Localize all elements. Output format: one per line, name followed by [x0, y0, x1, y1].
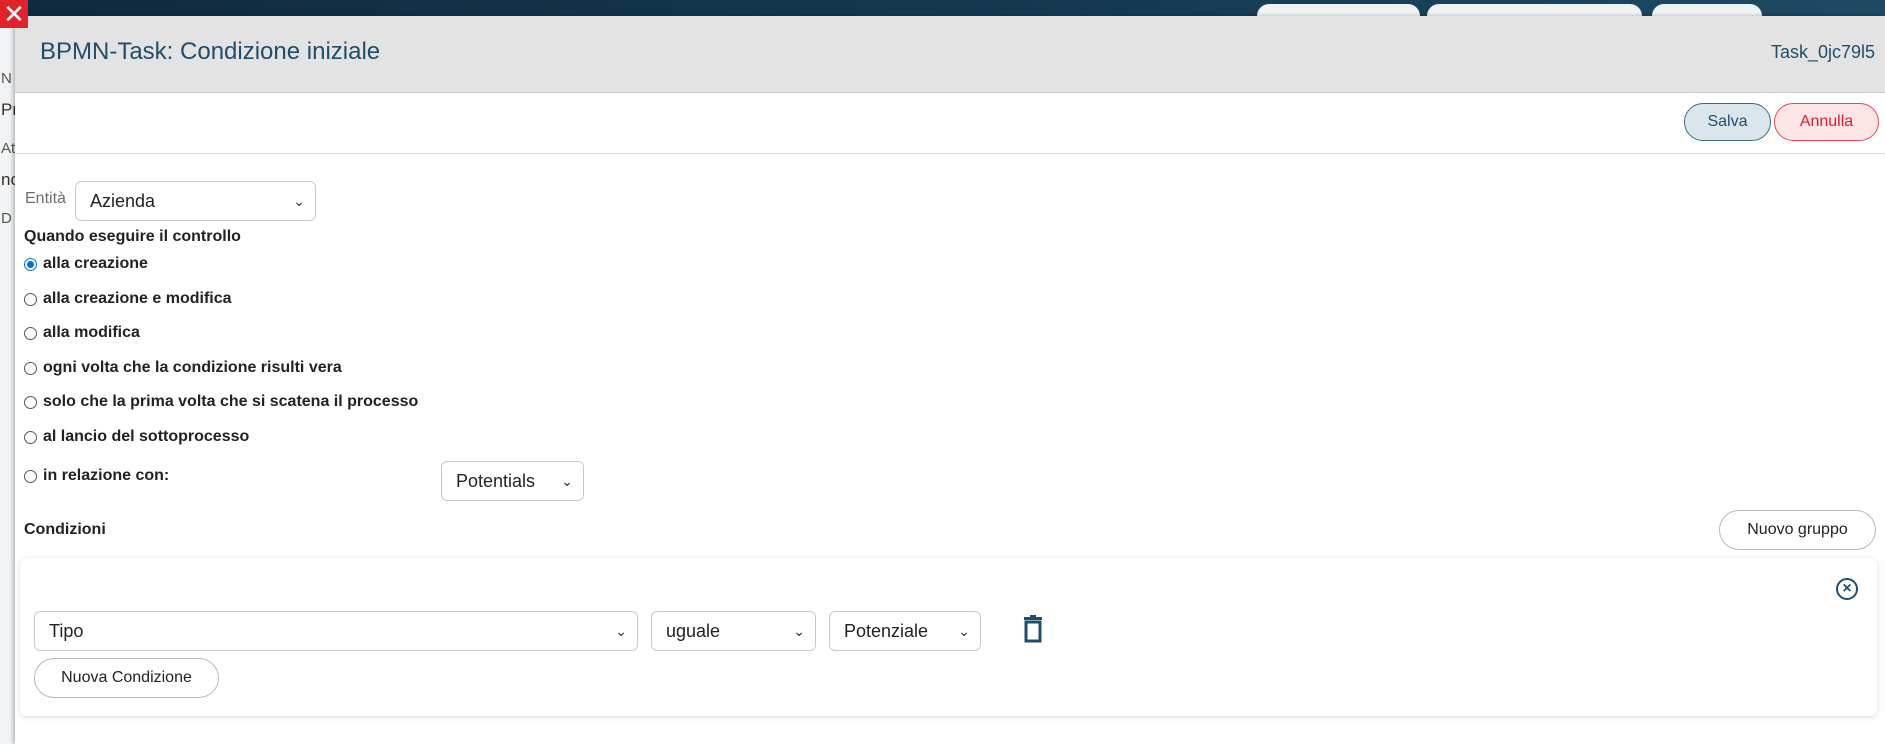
radio-button-checked[interactable] — [24, 257, 37, 271]
remove-group-icon[interactable]: × — [1836, 578, 1858, 600]
condition-operator-value: uguale — [666, 621, 721, 641]
radio-button[interactable] — [24, 395, 37, 409]
condition-operator-select[interactable]: uguale ⌄ — [651, 611, 816, 651]
radio-option[interactable]: solo che la prima volta che si scatena i… — [24, 392, 418, 412]
cancel-button[interactable]: Annulla — [1774, 103, 1879, 141]
chevron-down-icon: ⌄ — [958, 623, 970, 639]
radio-option[interactable]: alla modifica — [24, 323, 140, 343]
radio-option[interactable]: alla creazione e modifica — [24, 289, 232, 309]
modal-toolbar: Salva Annulla — [15, 93, 1885, 154]
radio-option-label: alla creazione — [43, 255, 148, 272]
entity-select[interactable]: Azienda ⌄ — [75, 181, 316, 221]
background-sidebar: N Pr At nc D — [0, 16, 19, 744]
condition-value-select[interactable]: Potenziale ⌄ — [829, 611, 981, 651]
chevron-down-icon: ⌄ — [793, 623, 805, 639]
modal-title: BPMN-Task: Condizione iniziale — [40, 38, 381, 65]
radio-button[interactable] — [24, 292, 37, 306]
radio-option-label: ogni volta che la condizione risulti ver… — [43, 359, 342, 376]
radio-option-label: al lancio del sottoprocesso — [43, 428, 250, 445]
radio-option-label: solo che la prima volta che si scatena i… — [43, 393, 419, 410]
radio-button[interactable] — [24, 326, 37, 340]
task-id: Task_0jc79l5 — [1770, 42, 1875, 62]
new-group-button[interactable]: Nuovo gruppo — [1719, 510, 1876, 550]
relation-select[interactable]: Potentials ⌄ — [441, 461, 584, 501]
when-label: Quando eseguire il controllo — [24, 228, 241, 245]
modal-dialog: BPMN-Task: Condizione iniziale Task_0jc7… — [15, 16, 1885, 744]
radio-option[interactable]: in relazione con: — [24, 466, 169, 486]
background-sidebar-text: D — [1, 210, 12, 227]
chevron-down-icon: ⌄ — [615, 623, 627, 639]
entity-label: Entità — [25, 190, 66, 207]
background-sidebar-text: At — [1, 140, 16, 157]
relation-select-value: Potentials — [456, 471, 536, 491]
new-condition-button[interactable]: Nuova Condizione — [34, 658, 219, 698]
chevron-down-icon: ⌄ — [561, 473, 573, 489]
radio-button[interactable] — [24, 430, 37, 444]
save-button[interactable]: Salva — [1684, 103, 1771, 141]
radio-option[interactable]: al lancio del sottoprocesso — [24, 427, 249, 447]
condition-group-card: × Tipo ⌄ uguale ⌄ Potenziale ⌄ Nuova Con… — [20, 558, 1877, 716]
condition-value-value: Potenziale — [844, 621, 929, 641]
background-sidebar-text: N — [1, 70, 12, 87]
close-modal-button[interactable]: ✕ — [0, 0, 28, 28]
trash-icon[interactable] — [1021, 615, 1045, 643]
radio-button[interactable] — [24, 361, 37, 375]
chevron-down-icon: ⌄ — [293, 193, 305, 209]
radio-option[interactable]: alla creazione — [24, 254, 148, 274]
condition-field-select[interactable]: Tipo ⌄ — [34, 611, 638, 651]
radio-option[interactable]: ogni volta che la condizione risulti ver… — [24, 358, 342, 378]
modal-header: BPMN-Task: Condizione iniziale Task_0jc7… — [15, 16, 1885, 93]
condition-field-value: Tipo — [49, 621, 84, 641]
entity-select-value: Azienda — [90, 191, 156, 211]
radio-option-label: alla modifica — [43, 324, 140, 341]
radio-option-label: alla creazione e modifica — [43, 290, 232, 307]
radio-button[interactable] — [24, 469, 37, 483]
conditions-label: Condizioni — [24, 521, 106, 538]
radio-option-label: in relazione con: — [43, 467, 170, 484]
